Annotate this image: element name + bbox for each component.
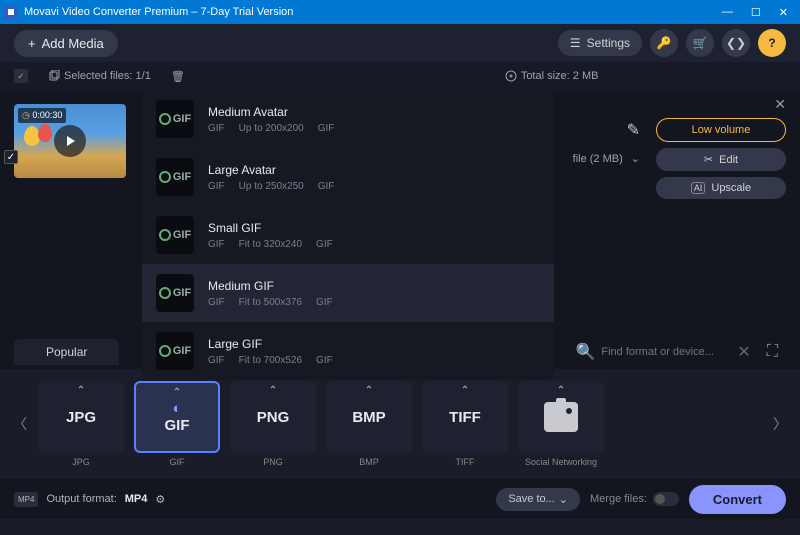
video-thumbnail[interactable]: ◷ 0:00:30 <box>14 104 126 178</box>
selected-files-text: Selected files: 1/1 <box>64 70 151 82</box>
format-gif[interactable]: ⌃◐GIFGIF <box>130 381 224 467</box>
app-logo-icon <box>4 5 18 19</box>
thumbnail-art <box>38 124 52 142</box>
play-icon[interactable] <box>54 125 86 157</box>
rename-icon[interactable]: ✎ <box>627 120 640 140</box>
preset-large-avatar[interactable]: GIF Large AvatarGIFUp to 250x250GIF <box>142 148 554 206</box>
output-format-value: MP4 <box>125 493 148 505</box>
format-search-input[interactable] <box>601 346 731 358</box>
close-button[interactable]: ✕ <box>779 6 788 19</box>
preset-medium-avatar[interactable]: GIF Medium AvatarGIFUp to 200x200GIF <box>142 90 554 148</box>
carousel-next[interactable]: 〉 <box>768 384 792 464</box>
select-all-checkbox[interactable]: ✓ <box>14 69 28 83</box>
chevron-up-icon: ⌃ <box>365 385 373 396</box>
convert-button[interactable]: Convert <box>689 485 786 514</box>
help-button[interactable]: ? <box>758 29 786 57</box>
camera-icon <box>544 402 578 432</box>
format-png[interactable]: ⌃PNGPNG <box>226 381 320 467</box>
files-icon <box>48 70 60 82</box>
share-button[interactable]: ❮❯ <box>722 29 750 57</box>
thumbnail-checkbox[interactable]: ✓ <box>4 150 18 164</box>
key-button[interactable]: 🔑 <box>650 29 678 57</box>
info-bar: ✓ Selected files: 1/1 🗑 Total size: 2 MB <box>0 62 800 90</box>
minimize-button[interactable]: — <box>722 6 733 19</box>
merge-files-toggle[interactable]: Merge files: <box>590 492 679 506</box>
edit-button[interactable]: ✂Edit <box>656 148 786 171</box>
chevron-up-icon: ⌃ <box>557 385 565 396</box>
chevron-up-icon: ⌃ <box>269 385 277 396</box>
format-search: 🔍 ✕ ⛶ <box>567 342 786 362</box>
bottom-bar: MP4 Output format: MP4 ⚙ Save to...⌄ Mer… <box>0 479 800 519</box>
format-social[interactable]: ⌃Social Networking <box>514 381 608 467</box>
gif-icon: GIF <box>156 274 194 312</box>
preset-large-gif[interactable]: GIF Large GIFGIFFit to 700x526GIF <box>142 322 554 380</box>
cart-button[interactable]: 🛒 <box>686 29 714 57</box>
total-size-text: Total size: 2 MB <box>521 70 599 82</box>
toggle-switch[interactable] <box>653 492 679 506</box>
expand-search-icon[interactable]: ⛶ <box>767 343 778 361</box>
compress-text: file (2 MB) <box>573 153 623 165</box>
gif-icon: GIF <box>156 332 194 370</box>
window-title: Movavi Video Converter Premium – 7-Day T… <box>24 6 293 18</box>
settings-button[interactable]: ☰ Settings <box>558 30 642 56</box>
main-content-area: ◷ 0:00:30 ✓ ✎ file (2 MB) ⌄ ✕ Low volume… <box>0 90 800 335</box>
chevron-down-icon: ⌄ <box>559 493 568 506</box>
window-titlebar: Movavi Video Converter Premium – 7-Day T… <box>0 0 800 24</box>
carousel-prev[interactable]: 〈 <box>8 384 32 464</box>
tab-popular[interactable]: Popular <box>14 339 119 365</box>
search-icon: 🔍 <box>575 342 595 362</box>
low-volume-button[interactable]: Low volume <box>656 118 786 142</box>
chevron-up-icon: ⌃ <box>173 387 181 398</box>
chevron-up-icon: ⌃ <box>461 385 469 396</box>
format-tiff[interactable]: ⌃TIFFTIFF <box>418 381 512 467</box>
save-to-button[interactable]: Save to...⌄ <box>496 488 580 511</box>
main-toolbar: + Add Media ☰ Settings 🔑 🛒 ❮❯ ? <box>0 24 800 62</box>
preset-small-gif[interactable]: GIF Small GIFGIFFit to 320x240GIF <box>142 206 554 264</box>
gear-icon[interactable]: ⚙ <box>155 493 165 506</box>
format-jpg[interactable]: ⌃JPGJPG <box>34 381 128 467</box>
output-format-label: Output format: <box>46 493 116 505</box>
menu-icon: ☰ <box>570 36 581 50</box>
compress-row: file (2 MB) ⌄ <box>573 152 640 165</box>
item-actions-panel: Low volume ✂Edit AIUpscale <box>656 100 786 199</box>
upscale-button[interactable]: AIUpscale <box>656 177 786 199</box>
thumbnail-duration: ◷ 0:00:30 <box>18 108 66 123</box>
preset-dropdown: GIF Medium AvatarGIFUp to 200x200GIF GIF… <box>142 90 554 380</box>
gif-icon: GIF <box>156 158 194 196</box>
format-bmp[interactable]: ⌃BMPBMP <box>322 381 416 467</box>
chevron-up-icon: ⌃ <box>77 385 85 396</box>
plus-icon: + <box>28 36 36 51</box>
ai-icon: AI <box>691 182 706 194</box>
mp4-badge-icon: MP4 <box>14 492 38 507</box>
disk-icon <box>505 70 517 82</box>
gif-icon: GIF <box>156 216 194 254</box>
scissors-icon: ✂ <box>704 153 713 166</box>
clear-search-icon[interactable]: ✕ <box>737 342 750 362</box>
trash-icon[interactable]: 🗑 <box>171 70 185 83</box>
format-carousel: 〈 ⌃JPGJPG ⌃◐GIFGIF ⌃PNGPNG ⌃BMPBMP ⌃TIFF… <box>0 369 800 479</box>
gif-icon: GIF <box>156 100 194 138</box>
maximize-button[interactable]: ☐ <box>751 6 761 19</box>
preset-medium-gif[interactable]: GIF Medium GIFGIFFit to 500x376GIF <box>142 264 554 322</box>
add-media-button[interactable]: + Add Media <box>14 30 118 57</box>
chevron-down-icon[interactable]: ⌄ <box>631 152 640 165</box>
